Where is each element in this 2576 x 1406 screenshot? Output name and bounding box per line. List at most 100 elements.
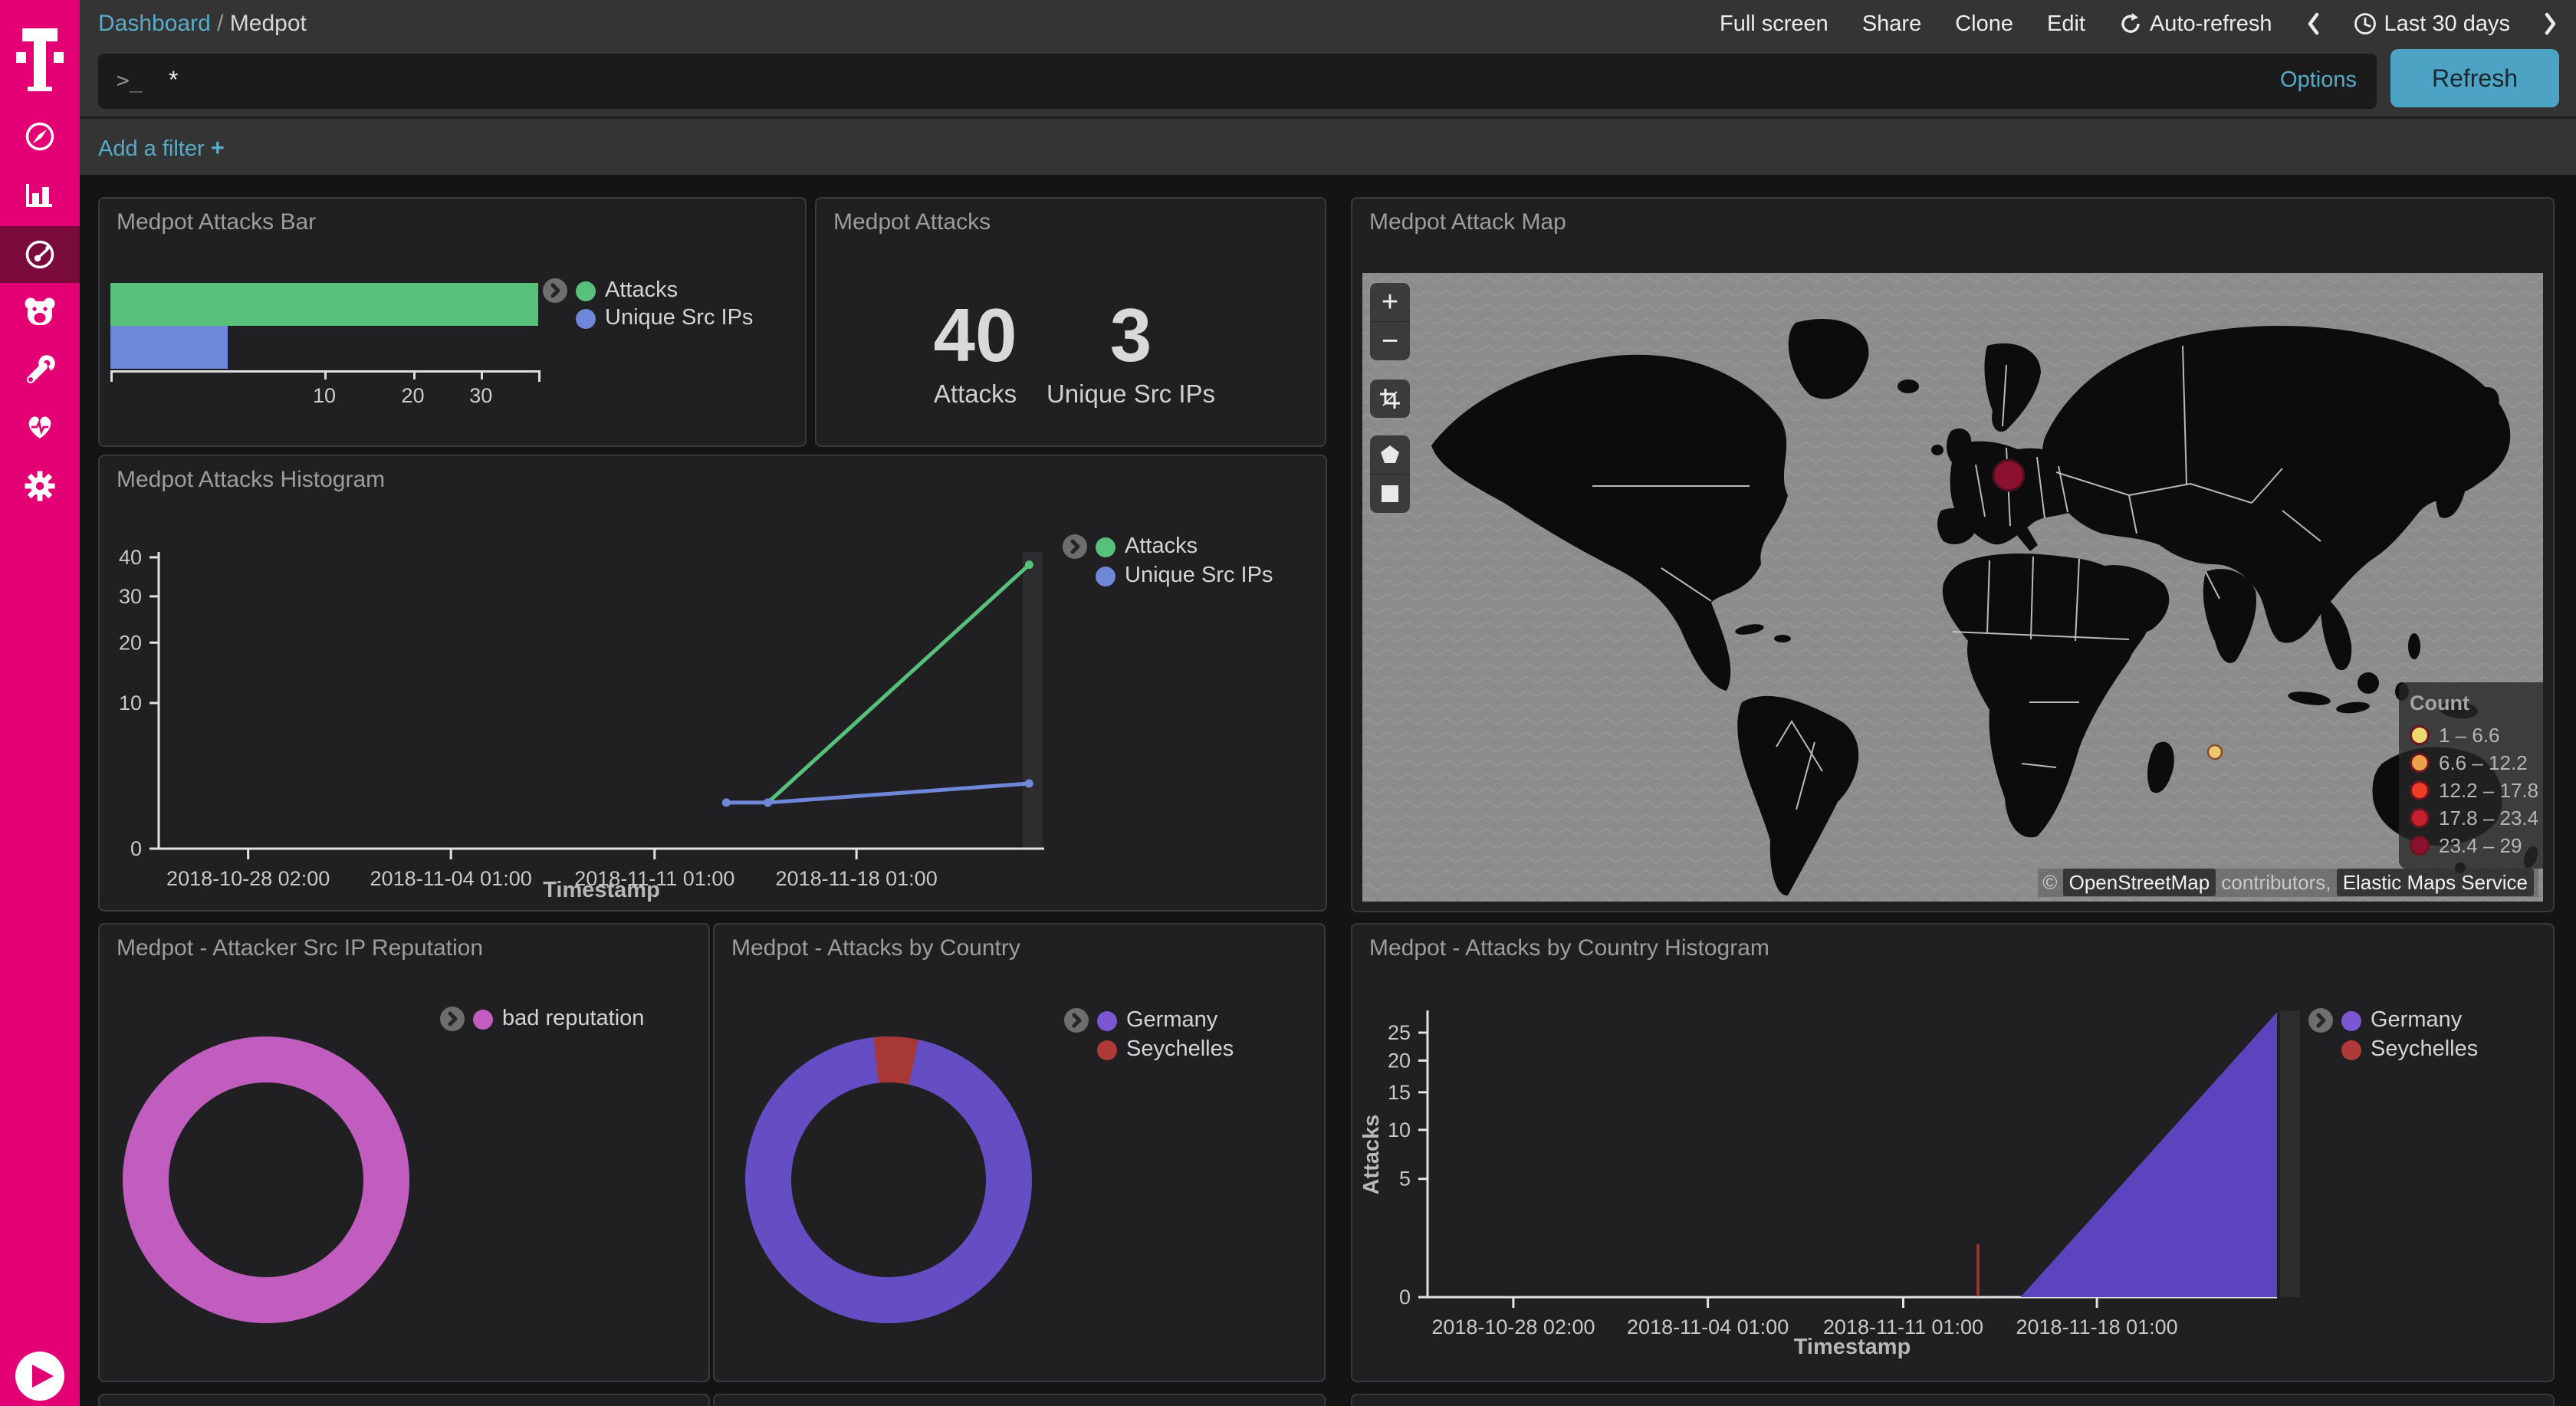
- filter-bar: Add a filter +: [80, 117, 2576, 177]
- partial-panel: [1351, 1394, 2555, 1406]
- legend-label[interactable]: Attacks: [605, 278, 678, 303]
- query-options-link[interactable]: Options: [2280, 67, 2357, 93]
- axis-tick-label: 20: [383, 384, 444, 408]
- legend-label[interactable]: Unique Src IPs: [605, 305, 753, 330]
- sidebar-item-management[interactable]: [0, 458, 80, 514]
- telekom-logo[interactable]: [0, 21, 80, 98]
- panel-attacks-by-country: Medpot - Attacks by Country GermanySeych…: [713, 923, 1326, 1382]
- map-attribution: © OpenStreetMap contributors, Elastic Ma…: [2038, 869, 2538, 897]
- edit-button[interactable]: Edit: [2047, 11, 2085, 37]
- attacks-bar-chart: 102030AttacksUnique Src IPs: [100, 199, 805, 445]
- attribution-text: contributors,: [2216, 871, 2337, 894]
- sidebar-item-dev-tools[interactable]: [0, 342, 80, 399]
- breadcrumb-separator: /: [217, 11, 223, 36]
- query-prompt-icon: >_: [117, 67, 143, 93]
- map-legend-bucket: 12.2 – 17.8: [2410, 777, 2543, 804]
- wrench-icon: [22, 353, 58, 388]
- attribution-link[interactable]: OpenStreetMap: [2063, 869, 2216, 896]
- axis-tick-label: 30: [450, 384, 511, 408]
- map-legend-bucket: 6.6 – 12.2: [2410, 749, 2543, 777]
- map-legend-bucket: 1 – 6.6: [2410, 721, 2543, 749]
- query-input[interactable]: >_ * Options: [98, 54, 2377, 109]
- legend-label[interactable]: bad reputation: [502, 1006, 644, 1031]
- legend-dot: [2341, 1011, 2361, 1031]
- map-point-western-europe[interactable]: [1993, 460, 2024, 491]
- legend-expand-arrow[interactable]: [1063, 1007, 1089, 1033]
- play-circle-icon: [14, 1350, 66, 1402]
- panel-title[interactable]: Medpot Attack Map: [1369, 209, 1566, 235]
- legend-dot: [576, 309, 596, 329]
- country-histogram-legend: Germany Seychelles: [1352, 925, 2553, 1381]
- legend-label[interactable]: Unique Src IPs: [1125, 563, 1273, 588]
- sidebar-item-monitoring[interactable]: [0, 399, 80, 456]
- panel-attacks-metric: Medpot Attacks 40 Attacks 3 Unique Src I…: [815, 197, 1326, 447]
- clock-icon: [2354, 12, 2377, 35]
- refresh-button[interactable]: Refresh: [2390, 49, 2559, 107]
- toolbar: Full screen Share Clone Edit Auto-refres…: [1720, 0, 2558, 48]
- country-legend: Germany Seychelles: [715, 925, 1324, 1381]
- legend-label[interactable]: Germany: [2371, 1007, 2462, 1033]
- legend-expand-arrow[interactable]: [2308, 1007, 2334, 1033]
- partial-panel: [98, 1394, 710, 1406]
- legend-label[interactable]: Seychelles: [2371, 1036, 2478, 1062]
- auto-refresh-button[interactable]: Auto-refresh: [2119, 11, 2272, 37]
- map-point-seychelles[interactable]: [2208, 745, 2222, 759]
- panel-title[interactable]: Medpot Attacks: [833, 209, 991, 235]
- clone-button[interactable]: Clone: [1955, 11, 2013, 37]
- query-value[interactable]: *: [169, 66, 178, 94]
- panel-attacks-histogram: Medpot Attacks Histogram 0102030402018-1…: [98, 455, 1327, 912]
- draw-polygon-button[interactable]: [1370, 435, 1410, 475]
- attribution-link[interactable]: Elastic Maps Service: [2337, 869, 2534, 896]
- world-map-svg: [1362, 273, 2543, 902]
- breadcrumb-dashboard-link[interactable]: Dashboard: [98, 11, 211, 36]
- legend-expand-arrow[interactable]: [542, 278, 568, 304]
- time-range-picker[interactable]: Last 30 days: [2354, 11, 2510, 37]
- sidebar-item-discover[interactable]: [0, 108, 80, 165]
- panel-country-histogram: Medpot - Attacks by Country Histogram 05…: [1351, 923, 2555, 1382]
- sidebar-collapse-button[interactable]: [0, 1348, 80, 1404]
- time-back-button[interactable]: [2306, 11, 2320, 36]
- map-count-legend: Count 1 – 6.66.6 – 12.212.2 – 17.817.8 –…: [2399, 682, 2543, 869]
- sidebar-item-honeypot[interactable]: [0, 284, 80, 340]
- bear-face-icon: [22, 294, 58, 330]
- kibana-medpot-dashboard: Dashboard / Medpot Full screen Share Clo…: [0, 0, 2576, 1406]
- reputation-legend: bad reputation: [100, 925, 708, 1381]
- map-legend-bucket: 23.4 – 29: [2410, 832, 2543, 859]
- crop-icon[interactable]: [1370, 379, 1410, 418]
- draw-rectangle-button[interactable]: [1370, 475, 1410, 513]
- metric-unique-src-ips: 3 Unique Src IPs: [1020, 297, 1242, 409]
- telekom-t-icon: [16, 27, 64, 93]
- bar-attacks[interactable]: [110, 283, 538, 326]
- panel-attack-map: Medpot Attack Map: [1351, 197, 2555, 912]
- gear-icon: [22, 468, 58, 504]
- share-button[interactable]: Share: [1862, 11, 1921, 37]
- full-screen-button[interactable]: Full screen: [1720, 11, 1829, 37]
- legend-label[interactable]: Attacks: [1125, 534, 1198, 559]
- bar-chart-icon: [22, 178, 58, 213]
- panel-src-ip-reputation: Medpot - Attacker Src IP Reputation bad …: [98, 923, 710, 1382]
- sidebar-item-visualize[interactable]: [0, 167, 80, 224]
- legend-dot: [1096, 537, 1116, 557]
- compass-icon: [22, 119, 58, 154]
- legend-expand-arrow[interactable]: [439, 1006, 465, 1032]
- legend-dot: [576, 281, 596, 301]
- bar-unique-src-ips[interactable]: [110, 326, 228, 369]
- metric-label: Unique Src IPs: [1020, 379, 1242, 409]
- histogram-legend: Attacks Unique Src IPs: [100, 456, 1326, 910]
- add-filter-link[interactable]: Add a filter +: [98, 134, 225, 162]
- panel-attacks-bar: Medpot Attacks Bar 102030AttacksUnique S…: [98, 197, 807, 447]
- map-legend-title: Count: [2410, 692, 2543, 715]
- legend-expand-arrow[interactable]: [1062, 534, 1088, 560]
- legend-dot: [1097, 1011, 1117, 1031]
- sidebar-item-dashboard[interactable]: [0, 226, 80, 283]
- zoom-out-button[interactable]: −: [1370, 322, 1410, 360]
- world-map[interactable]: + − Count: [1362, 273, 2543, 902]
- time-forward-button[interactable]: [2544, 11, 2558, 36]
- zoom-in-button[interactable]: +: [1370, 283, 1410, 322]
- map-draw-controls: [1370, 435, 1410, 513]
- metric-value: 3: [1020, 297, 1242, 373]
- header: Dashboard / Medpot Full screen Share Clo…: [80, 0, 2576, 175]
- map-legend-bucket: 17.8 – 23.4: [2410, 804, 2543, 832]
- legend-label[interactable]: Germany: [1126, 1007, 1217, 1033]
- legend-label[interactable]: Seychelles: [1126, 1036, 1234, 1062]
